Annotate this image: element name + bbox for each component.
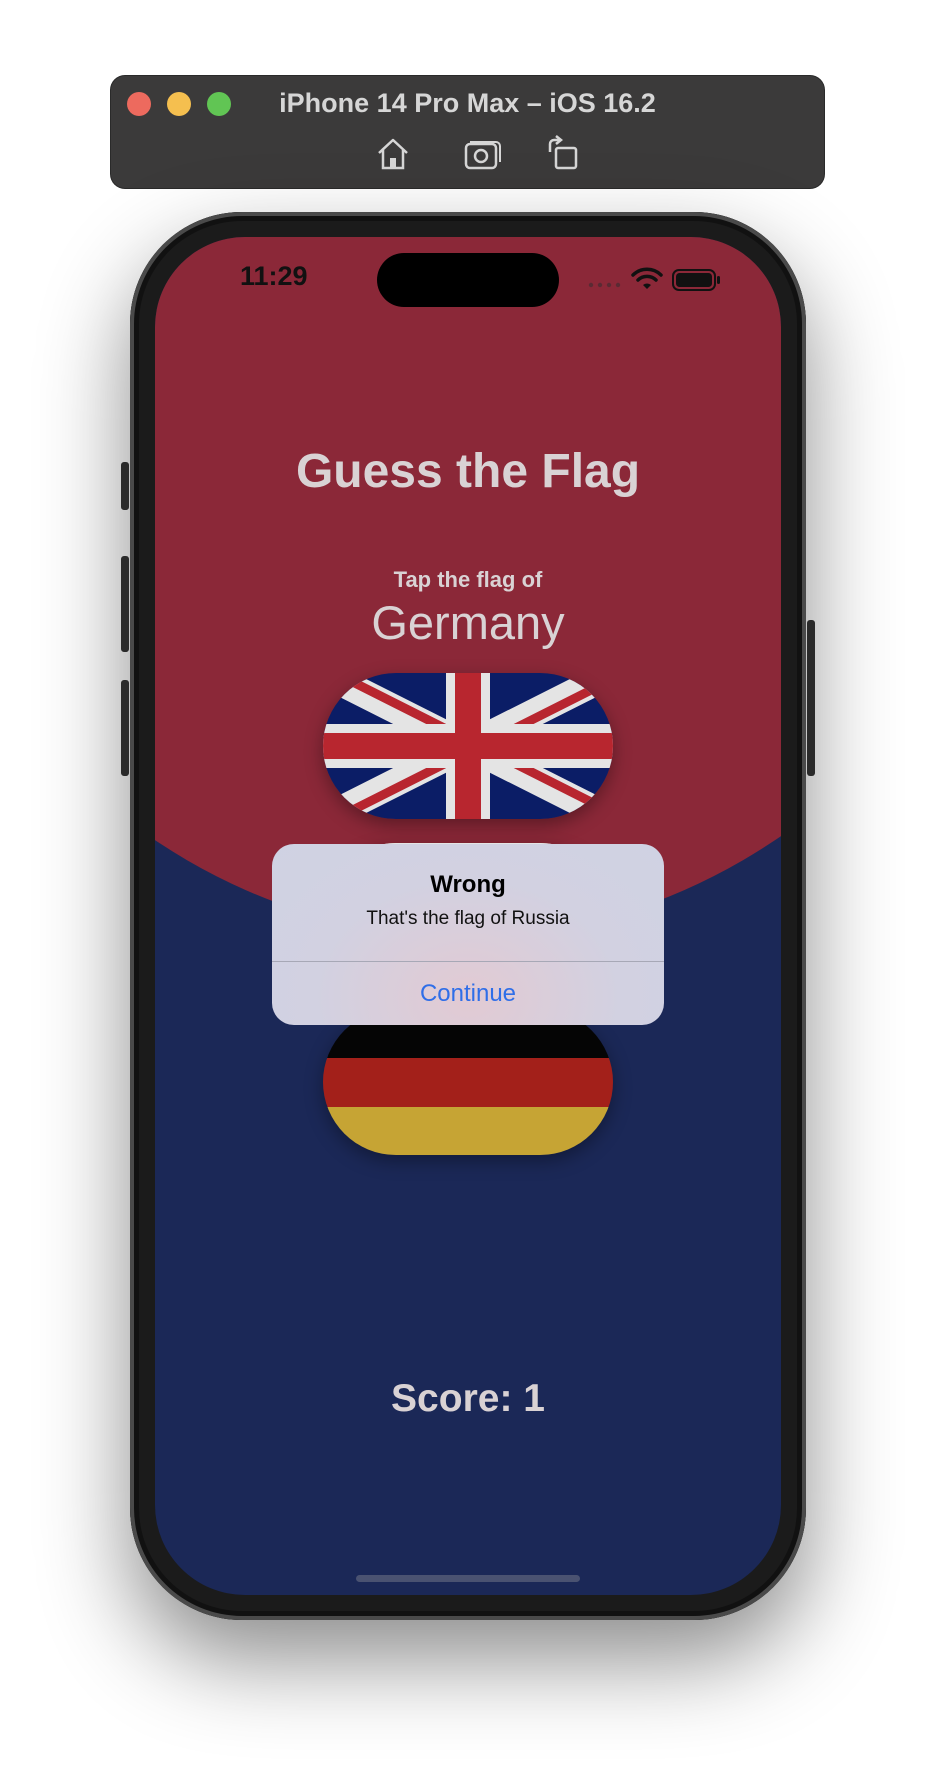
- alert-message: That's the flag of Russia: [366, 908, 570, 929]
- rotate-icon[interactable]: [542, 134, 582, 174]
- alert-title: Wrong: [430, 871, 506, 898]
- continue-button[interactable]: Continue: [272, 962, 664, 1025]
- page-title: Guess the Flag: [295, 445, 641, 498]
- simulator-title: iPhone 14 Pro Max – iOS 16.2: [279, 88, 656, 118]
- result-alert: Wrong That's the flag of Russia Continue: [272, 844, 664, 1025]
- status-indicators: [587, 265, 727, 293]
- score-label: Score: 1: [391, 1377, 545, 1420]
- germany-flag-icon: [323, 1009, 613, 1155]
- battery-icon: [672, 269, 720, 291]
- simulator-title-bar: iPhone 14 Pro Max – iOS 16.2: [111, 76, 824, 188]
- target-country: Germany: [371, 596, 565, 649]
- home-indicator[interactable]: [356, 1575, 580, 1582]
- flag-button-uk[interactable]: [323, 673, 613, 819]
- uk-flag-icon: [323, 673, 613, 819]
- cellular-signal-icon: [588, 282, 621, 288]
- silent-switch[interactable]: [121, 462, 129, 510]
- dynamic-island: [377, 253, 559, 307]
- wifi-icon: [631, 267, 663, 289]
- prompt-label: Tap the flag of: [393, 567, 543, 592]
- home-icon[interactable]: [373, 134, 413, 174]
- power-button[interactable]: [807, 620, 815, 776]
- screenshot-icon[interactable]: [462, 134, 502, 174]
- volume-up-button[interactable]: [121, 556, 129, 652]
- flag-button-germany[interactable]: [323, 1009, 613, 1155]
- status-time: 11:29: [240, 261, 308, 291]
- phone-screen: 11:29 Guess the Flag Tap the flag of Ger…: [155, 237, 781, 1595]
- simulator-toolbar: [111, 134, 824, 174]
- volume-down-button[interactable]: [121, 680, 129, 776]
